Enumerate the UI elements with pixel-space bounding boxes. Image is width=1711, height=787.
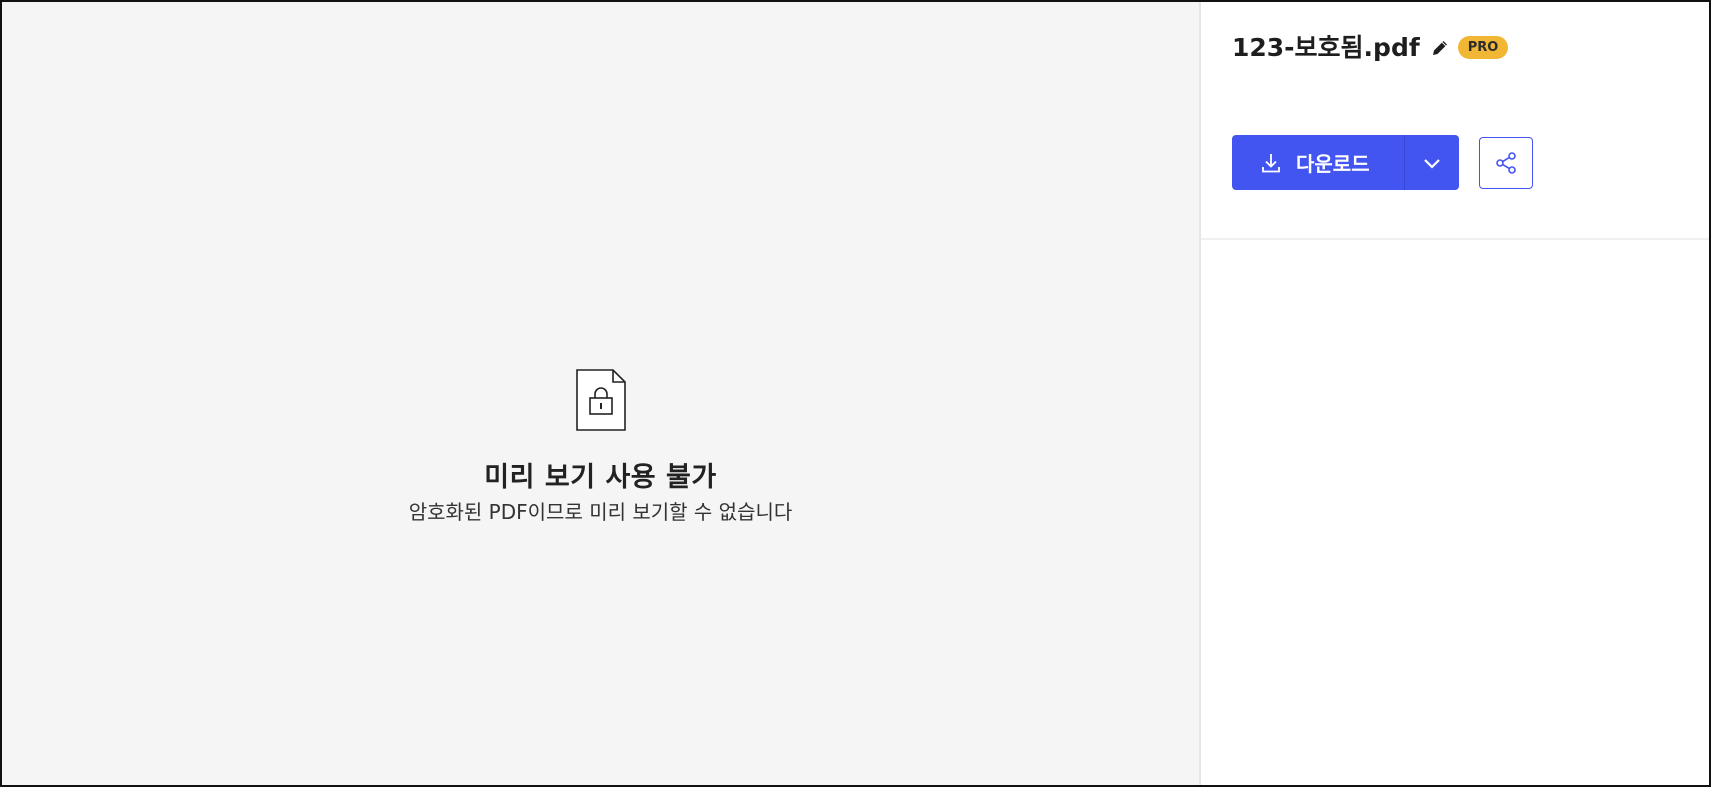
download-options-button[interactable] xyxy=(1404,135,1459,190)
app-frame: 미리 보기 사용 불가 암호화된 PDF이므로 미리 보기할 수 없습니다 12… xyxy=(0,0,1711,787)
download-button[interactable]: 다운로드 xyxy=(1232,135,1404,190)
chevron-down-icon xyxy=(1424,158,1440,169)
file-title-row: 123-보호됨.pdf PRO xyxy=(1232,33,1509,62)
preview-pane: 미리 보기 사용 불가 암호화된 PDF이므로 미리 보기할 수 없습니다 xyxy=(2,2,1201,785)
download-label: 다운로드 xyxy=(1296,152,1370,176)
preview-subtitle: 암호화된 PDF이므로 미리 보기할 수 없습니다 xyxy=(408,500,793,525)
pencil-icon[interactable] xyxy=(1430,38,1450,58)
download-icon xyxy=(1260,152,1282,174)
locked-document-icon xyxy=(575,369,626,431)
file-name: 123-보호됨.pdf xyxy=(1232,33,1420,62)
share-icon xyxy=(1496,151,1516,174)
file-header: 123-보호됨.pdf PRO 다운로드 xyxy=(1201,2,1709,240)
action-row: 다운로드 xyxy=(1232,135,1533,190)
preview-title: 미리 보기 사용 불가 xyxy=(484,462,717,493)
share-button[interactable] xyxy=(1479,136,1533,189)
pro-badge: PRO xyxy=(1457,36,1509,59)
file-sidebar: 123-보호됨.pdf PRO 다운로드 xyxy=(1201,2,1709,785)
sidebar-body xyxy=(1201,240,1709,785)
download-button-group: 다운로드 xyxy=(1232,135,1459,190)
preview-message: 미리 보기 사용 불가 암호화된 PDF이므로 미리 보기할 수 없습니다 xyxy=(2,368,1199,524)
